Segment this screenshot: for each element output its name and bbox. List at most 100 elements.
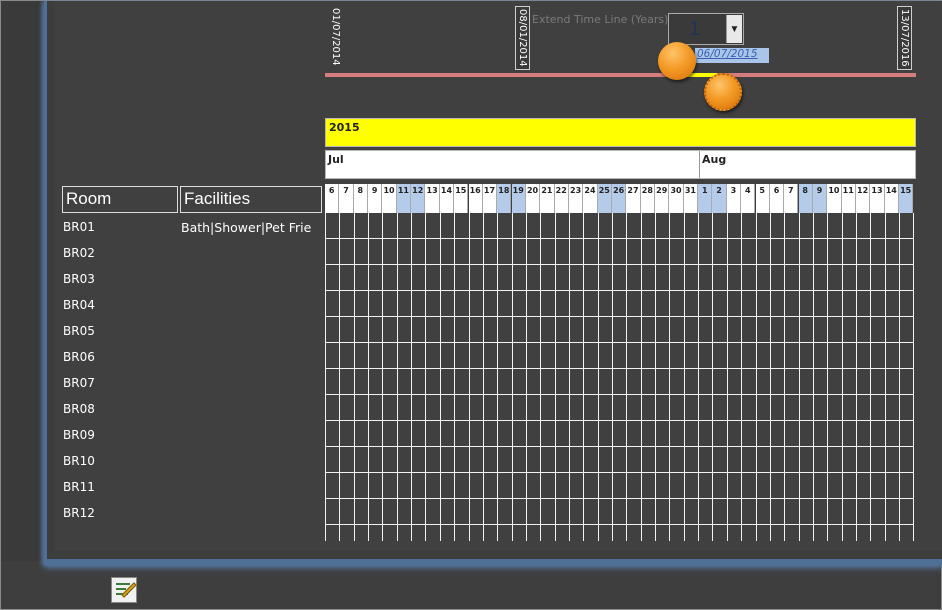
day-header-cell: 21 [540,184,555,213]
day-header-cell: 8 [798,184,813,213]
grid-column-line [812,213,814,541]
day-header-cell: 13 [870,184,885,213]
room-label[interactable]: BR08 [63,402,95,416]
room-label[interactable]: BR06 [63,350,95,364]
day-header-cell: 14 [884,184,899,213]
grid-row-line [325,394,914,395]
room-label[interactable]: BR07 [63,376,95,390]
day-header-cell: 19 [511,184,526,213]
day-header-cell: 12 [855,184,871,213]
room-label[interactable]: BR11 [63,480,95,494]
room-label[interactable]: BR09 [63,428,95,442]
grid-row-line [325,368,914,369]
timeline-end-date: 13/07/2016 [897,6,912,70]
extend-timeline-select[interactable]: 1 ▼ [668,13,744,45]
booking-grid[interactable] [325,213,916,541]
day-header-cell: 24 [583,184,598,213]
grid-column-line [482,213,484,541]
grid-row-line [325,290,914,291]
grid-column-line [554,213,556,541]
day-header-cell: 10 [382,184,397,213]
facilities-column-header: Facilities [180,186,322,213]
grid-row-line [325,446,914,447]
month-label-jul: Jul [328,153,344,166]
app-window: 01/07/2014 08/01/2014 13/07/2016 Extend … [0,0,942,610]
room-column-header: Room [62,186,178,213]
day-header-cell: 3 [726,184,742,213]
day-header-cell: 12 [411,184,426,213]
room-label[interactable]: BR05 [63,324,95,338]
grid-column-line [597,213,599,541]
grid-column-line [698,213,700,541]
timeline-mid-date: 08/01/2014 [515,6,530,70]
day-header-cell: 28 [640,184,655,213]
grid-column-line [353,213,355,541]
grid-column-line [540,213,542,541]
grid-column-line [712,213,714,541]
grid-column-line [396,213,398,541]
chevron-down-icon[interactable]: ▼ [726,15,742,43]
grid-row-line [325,342,914,343]
day-header-cell: 16 [468,184,483,213]
current-date-field[interactable]: 06/07/2015 [695,48,769,63]
grid-column-line [755,213,757,541]
year-header: 2015 [325,118,916,147]
day-header-cell: 20 [525,184,541,213]
room-label[interactable]: BR02 [63,246,95,260]
grid-column-line [769,213,771,541]
grid-column-line [841,213,843,541]
day-header-cell: 5 [755,184,770,213]
edit-form-icon[interactable] [111,577,137,603]
room-label[interactable]: BR12 [63,506,95,520]
day-header-cell: 18 [497,184,512,213]
timeline-start-handle[interactable] [658,42,696,80]
day-header-cell: 27 [626,184,641,213]
room-label[interactable]: BR04 [63,298,95,312]
grid-column-line [899,213,900,541]
grid-column-line [511,213,513,541]
grid-column-line [827,213,829,541]
left-margin [1,1,41,561]
day-header-cell: 10 [827,184,842,213]
grid-row-line [325,264,914,265]
day-header-cell: 15 [454,184,469,213]
day-header-cell: 22 [554,184,569,213]
timeline-start-date: 01/07/2014 [330,8,341,66]
day-header-cell: 1 [698,184,713,213]
day-header-cell: 7 [339,184,354,213]
room-label[interactable]: BR01 [63,220,95,234]
day-header-cell: 14 [439,184,455,213]
day-header-cell: 6 [325,184,340,213]
timeline-end-handle[interactable] [704,73,742,111]
room-label[interactable]: BR10 [63,454,95,468]
facilities-text: Bath|Shower|Pet Frie [181,220,312,235]
day-header-cell: 29 [655,184,670,213]
day-header-cell: 31 [683,184,699,213]
grid-column-line [439,213,441,541]
grid-row-line [325,420,914,421]
day-header-cell: 11 [396,184,412,213]
day-header-cell: 13 [425,184,440,213]
grid-column-line [325,213,326,541]
grid-column-line [339,213,341,541]
grid-row-line [325,498,914,499]
day-header-cell: 7 [784,184,799,213]
grid-column-line [669,213,671,541]
day-header-cell: 4 [741,184,756,213]
timeline-track[interactable] [325,73,916,77]
grid-column-line [741,213,743,541]
grid-column-line [368,213,370,541]
grid-row-line [325,316,914,317]
grid-column-line [683,213,685,541]
room-label[interactable]: BR03 [63,272,95,286]
day-header-cell: 2 [712,184,727,213]
day-header-cell: 26 [612,184,627,213]
extend-timeline-label: Extend Time Line (Years) [532,13,669,26]
grid-column-line [784,213,786,541]
day-header-cell: 15 [899,184,914,213]
grid-column-line [425,213,427,541]
grid-column-line [454,213,456,541]
day-header-cell: 25 [597,184,612,213]
grid-column-line [798,213,800,541]
month-label-aug: Aug [699,151,915,178]
